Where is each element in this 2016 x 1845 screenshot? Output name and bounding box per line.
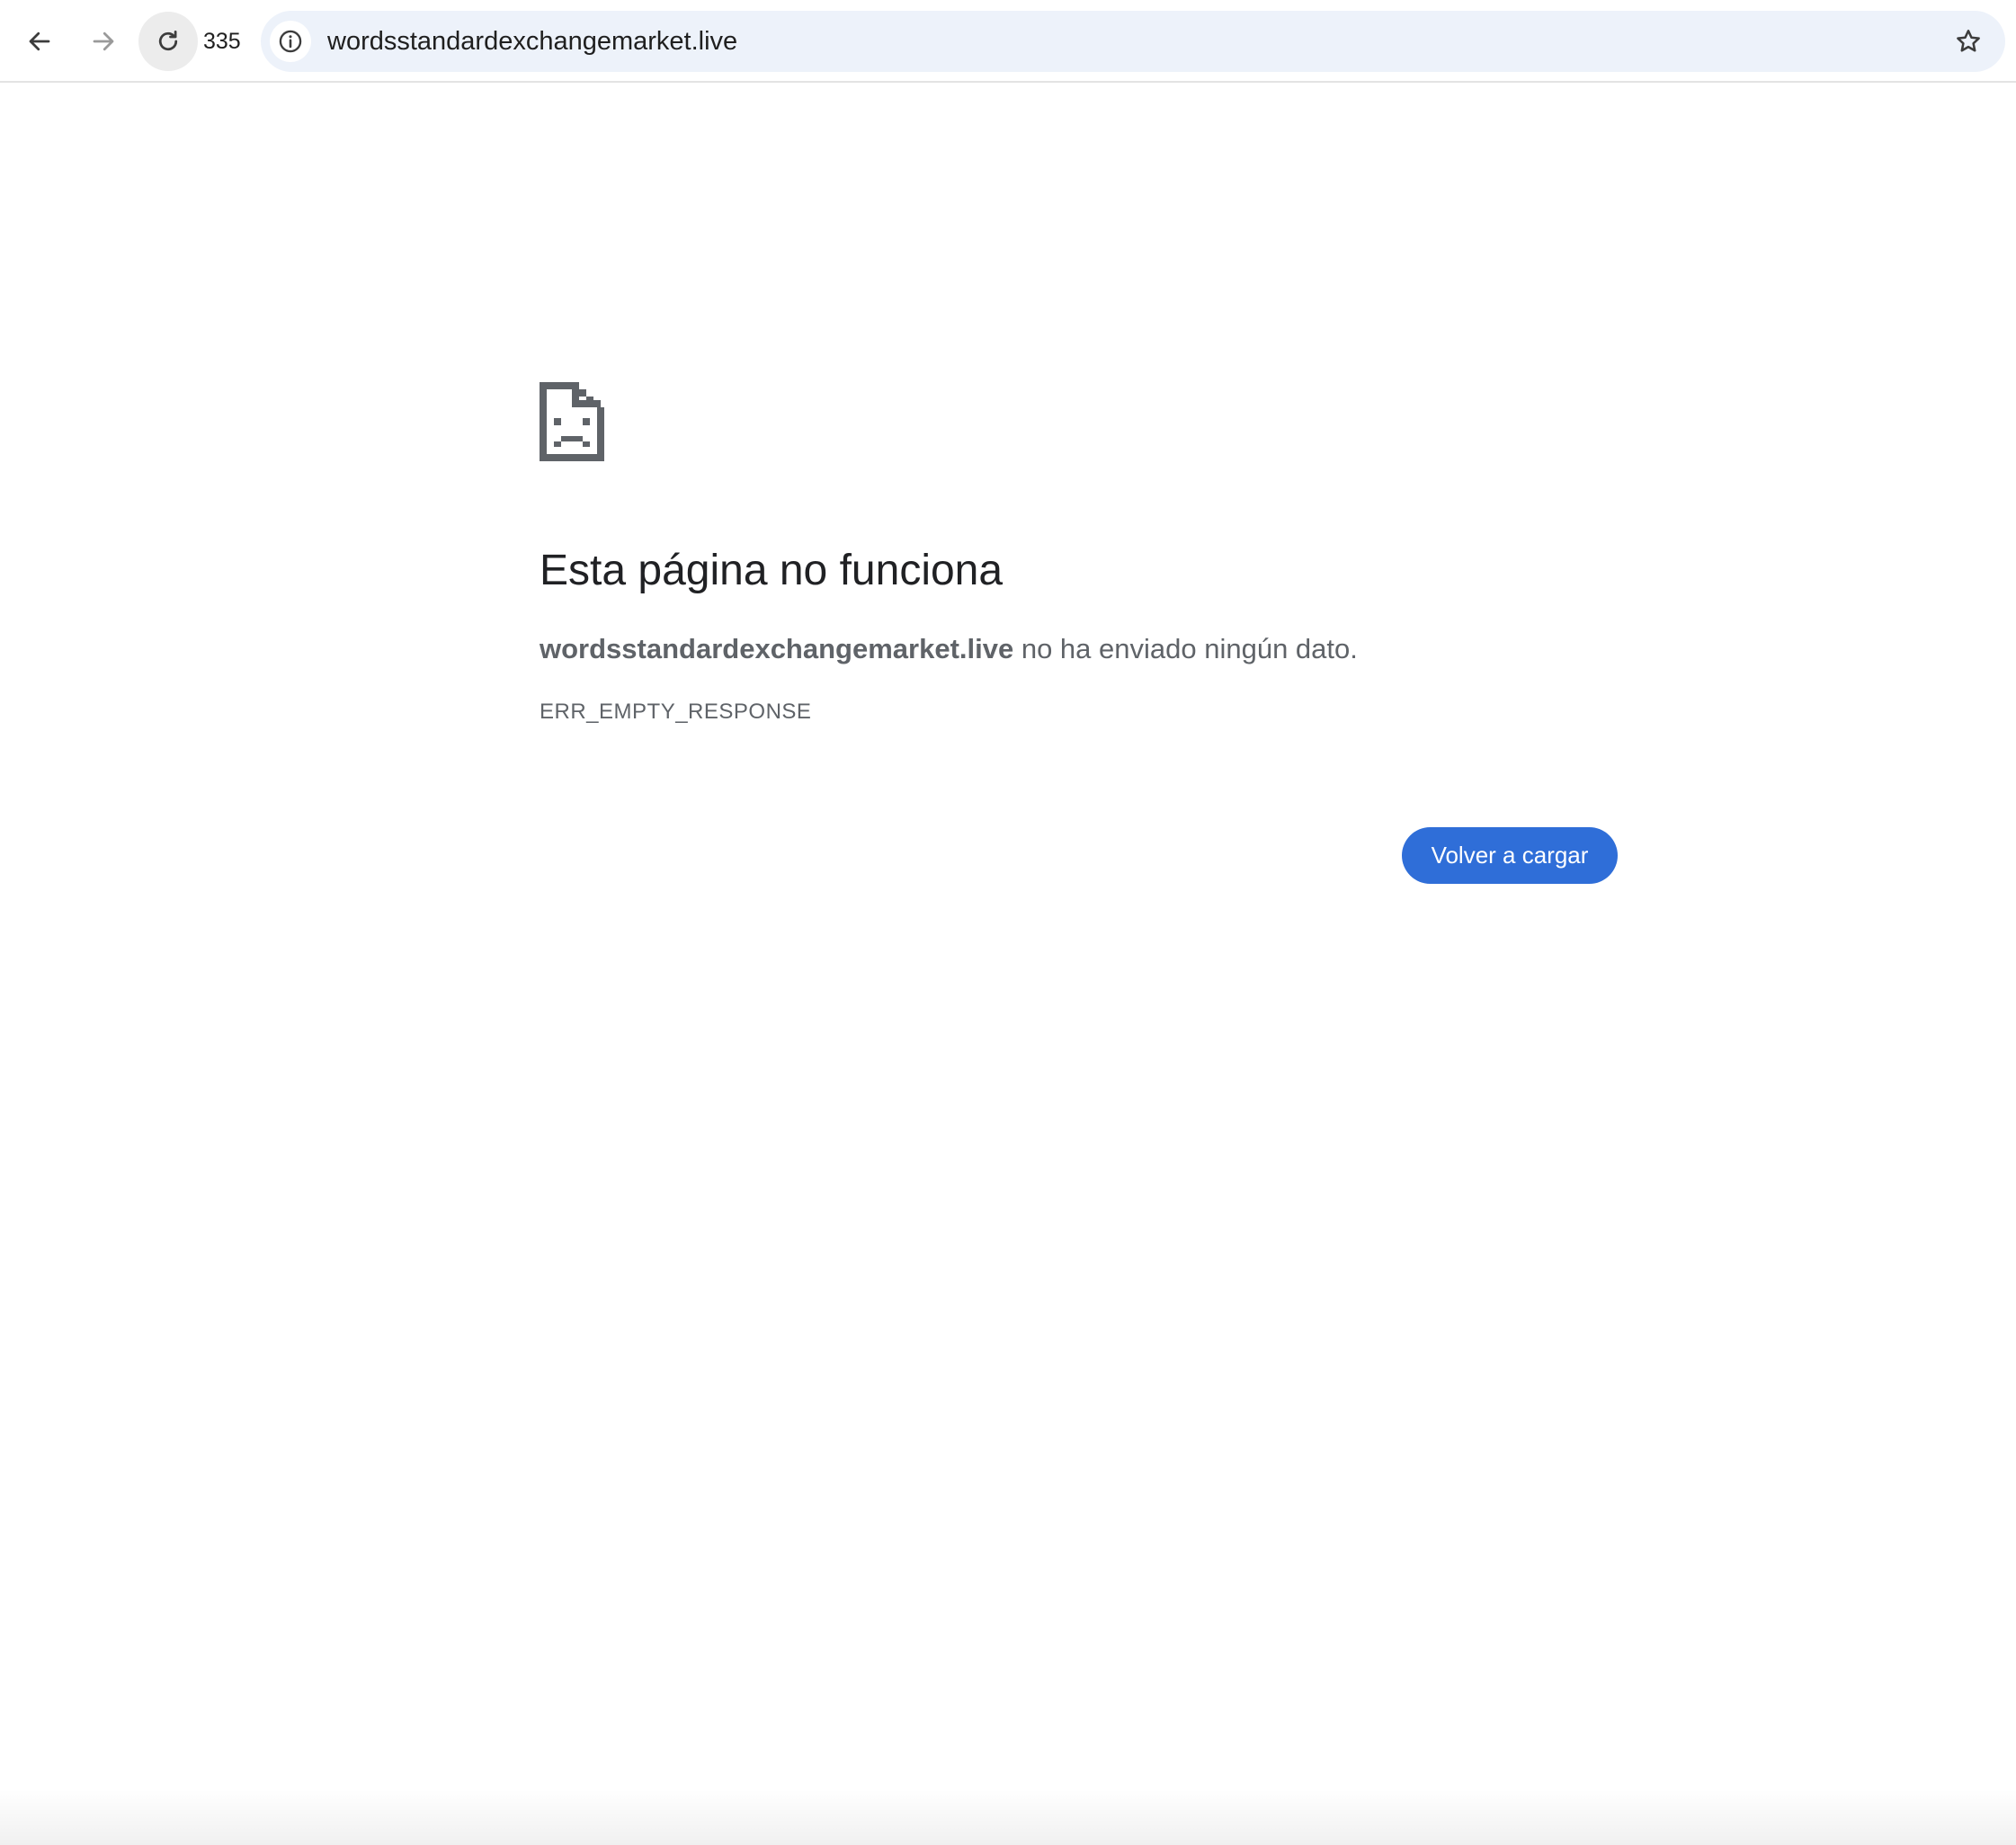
forward-button[interactable] — [74, 12, 133, 71]
bookmark-button[interactable] — [1948, 21, 1989, 62]
address-bar[interactable]: wordsstandardexchangemarket.live — [261, 11, 2005, 72]
error-description-text: no ha enviado ningún dato. — [1013, 633, 1358, 664]
url-text[interactable]: wordsstandardexchangemarket.live — [327, 23, 737, 59]
back-button[interactable] — [10, 12, 69, 71]
back-arrow-icon — [29, 31, 50, 51]
reload-count: 335 — [203, 29, 241, 54]
error-code: ERR_EMPTY_RESPONSE — [540, 700, 812, 724]
error-description: wordsstandardexchangemarket.live no ha e… — [540, 629, 1358, 669]
info-icon — [279, 30, 302, 53]
error-host: wordsstandardexchangemarket.live — [540, 633, 1014, 664]
browser-toolbar: 335 wordsstandardexchangemarket.live — [0, 0, 2016, 83]
site-info-button[interactable] — [270, 21, 311, 62]
forward-arrow-icon — [93, 31, 114, 51]
bottom-shadow — [0, 1789, 2016, 1845]
sad-page-icon — [540, 382, 604, 461]
star-icon — [1957, 30, 1980, 52]
reload-button[interactable] — [138, 12, 198, 71]
error-title: Esta página no funciona — [540, 547, 1004, 594]
reload-page-button[interactable]: Volver a cargar — [1402, 827, 1618, 884]
reload-icon — [158, 31, 178, 51]
